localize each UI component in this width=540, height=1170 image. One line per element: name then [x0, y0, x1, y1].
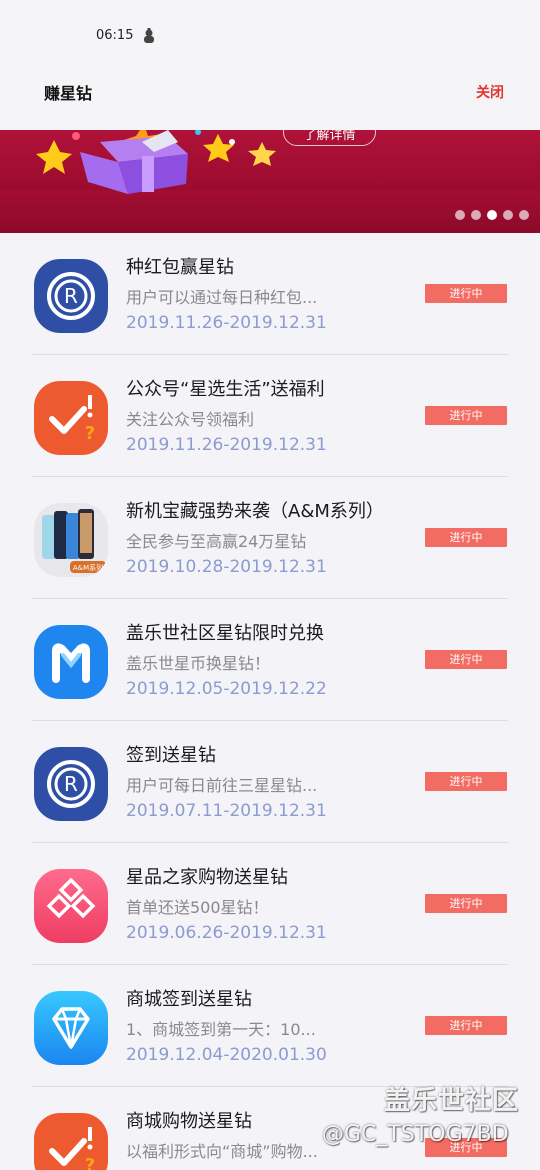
- item-date-range: 2019.12.04-2020.01.30: [126, 1045, 327, 1065]
- carousel-dot-active[interactable]: [487, 210, 497, 220]
- list-item[interactable]: ? 公众号“星选生活”送福利 关注公众号领福利 2019.11.26-2019.…: [0, 355, 540, 477]
- item-description: 1、商城签到第一天：10...: [126, 1020, 316, 1039]
- status-badge: 进行中: [425, 1138, 507, 1157]
- item-description: 关注公众号领福利: [126, 410, 255, 429]
- robot-notification-icon: [140, 27, 158, 45]
- gift-box-icon: [36, 130, 276, 194]
- item-date-range: 2019.10.28-2019.12.31: [126, 557, 327, 577]
- carousel-dot[interactable]: [519, 210, 529, 220]
- diamond-gem-icon: [34, 991, 108, 1065]
- item-title: 星品之家购物送星钻: [126, 867, 288, 888]
- item-title: 签到送星钻: [126, 745, 216, 766]
- svg-text:?: ?: [85, 423, 95, 444]
- galaxy-community-m-icon: [34, 625, 108, 699]
- status-time: 06:15: [96, 28, 134, 43]
- item-date-range: 2019.07.11-2019.12.31: [126, 801, 327, 821]
- status-badge: 进行中: [425, 772, 507, 791]
- item-date-range: 2019.11.26-2019.12.31: [126, 313, 327, 333]
- status-badge: 进行中: [425, 894, 507, 913]
- list-item[interactable]: 星品之家购物送星钻 首单还送500星钻！ 2019.06.26-2019.12.…: [0, 843, 540, 965]
- item-title: 新机宝藏强势来袭（A&M系列）: [126, 501, 384, 522]
- svg-text:R: R: [64, 772, 78, 796]
- list-item[interactable]: 商城签到送星钻 1、商城签到第一天：10... 2019.12.04-2020.…: [0, 965, 540, 1087]
- item-date-range: 2019.12.05-2019.12.22: [126, 679, 327, 699]
- list-item[interactable]: ? 商城购物送星钻 以福利形式向“商城”购物... 进行中: [0, 1087, 540, 1170]
- promo-banner[interactable]: 了解详情: [0, 130, 540, 233]
- list-item[interactable]: R 种红包赢星钻 用户可以通过每日种红包... 2019.11.26-2019.…: [0, 233, 540, 355]
- close-button[interactable]: 关闭: [476, 82, 504, 102]
- learn-more-button[interactable]: 了解详情: [283, 130, 376, 146]
- item-date-range: 2019.11.26-2019.12.31: [126, 435, 327, 455]
- activity-list: R 种红包赢星钻 用户可以通过每日种红包... 2019.11.26-2019.…: [0, 233, 540, 1170]
- shop-diamonds-icon: [34, 869, 108, 943]
- item-date-range: 2019.06.26-2019.12.31: [126, 923, 327, 943]
- status-badge: 进行中: [425, 528, 507, 547]
- carousel-dot[interactable]: [455, 210, 465, 220]
- samsung-rewards-icon: R: [34, 747, 108, 821]
- item-description: 首单还送500星钻！: [126, 898, 269, 917]
- item-description: 盖乐世星币换星钻！: [126, 654, 271, 673]
- header: 赚星钻 关闭: [0, 70, 540, 130]
- item-description: 全民参与至高赢24万星钻: [126, 532, 307, 551]
- page-title: 赚星钻: [44, 84, 93, 103]
- carousel-dot[interactable]: [503, 210, 513, 220]
- samsung-members-icon: ?: [34, 1113, 108, 1170]
- am-series-label: A&M系列: [73, 563, 103, 572]
- carousel-dots[interactable]: [455, 210, 529, 220]
- item-title: 公众号“星选生活”送福利: [126, 379, 325, 400]
- status-badge: 进行中: [425, 284, 507, 303]
- list-item[interactable]: 盖乐世社区星钻限时兑换 盖乐世星币换星钻！ 2019.12.05-2019.12…: [0, 599, 540, 721]
- status-badge: 进行中: [425, 1016, 507, 1035]
- am-series-phones-icon: A&M系列: [34, 503, 108, 577]
- item-title: 商城签到送星钻: [126, 989, 252, 1010]
- svg-text:R: R: [64, 284, 78, 308]
- item-title: 盖乐世社区星钻限时兑换: [126, 623, 324, 644]
- samsung-rewards-icon: R: [34, 259, 108, 333]
- samsung-members-icon: ?: [34, 381, 108, 455]
- item-description: 以福利形式向“商城”购物...: [126, 1142, 318, 1161]
- list-item[interactable]: R 签到送星钻 用户可每日前往三星星钻... 2019.07.11-2019.1…: [0, 721, 540, 843]
- status-badge: 进行中: [425, 650, 507, 669]
- item-description: 用户可以通过每日种红包...: [126, 288, 318, 307]
- carousel-dot[interactable]: [471, 210, 481, 220]
- list-item[interactable]: A&M系列 新机宝藏强势来袭（A&M系列） 全民参与至高赢24万星钻 2019.…: [0, 477, 540, 599]
- svg-text:?: ?: [85, 1155, 95, 1170]
- item-title: 商城购物送星钻: [126, 1111, 252, 1132]
- item-title: 种红包赢星钻: [126, 257, 234, 278]
- status-bar: 06:15: [0, 0, 540, 70]
- status-badge: 进行中: [425, 406, 507, 425]
- item-description: 用户可每日前往三星星钻...: [126, 776, 318, 795]
